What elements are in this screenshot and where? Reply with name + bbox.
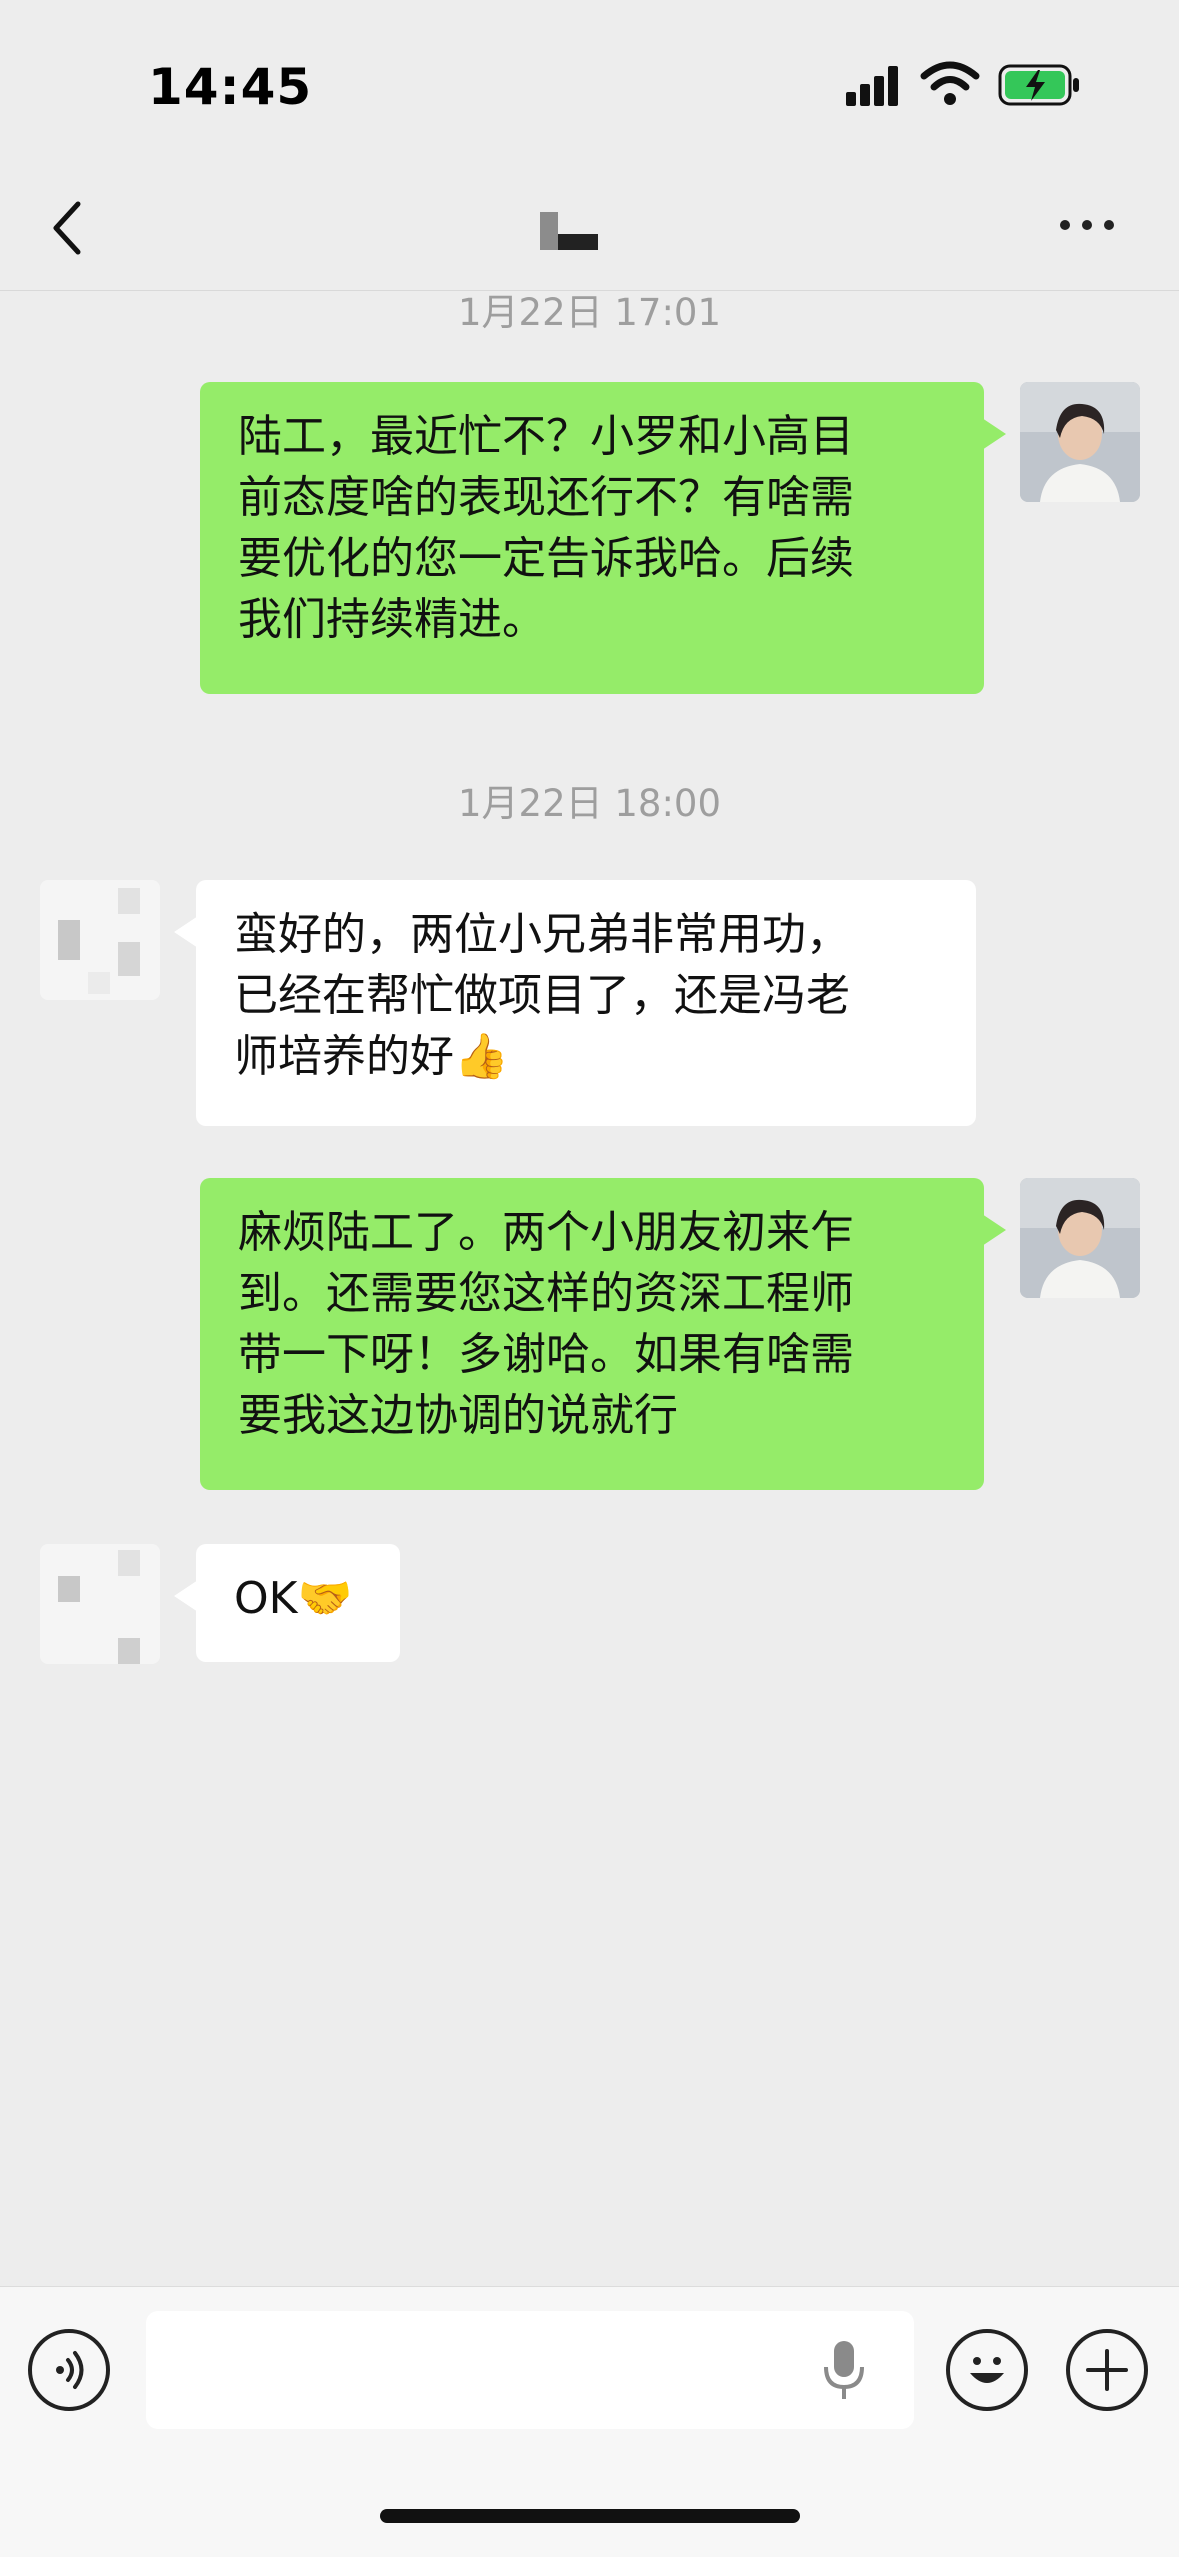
battery-charging-icon: [998, 64, 1079, 106]
more-dots-icon[interactable]: [1060, 210, 1130, 240]
message-text: OK: [234, 1573, 298, 1624]
chevron-left-icon[interactable]: [44, 198, 94, 258]
avatar-photo: [1020, 1178, 1140, 1298]
received-message-bubble[interactable]: OK🤝: [174, 1544, 400, 1662]
chat-header: [0, 160, 1179, 291]
contact-avatar[interactable]: [40, 1544, 160, 1664]
message-text: 麻烦陆工了。两个小朋友初来乍 到。还需要您这样的资深工程师 带一下呀！多谢哈。如…: [238, 1207, 854, 1441]
message-text: 蛮好的，两位小兄弟非常用功， 已经在帮忙做项目了，还是冯老 师培养的好: [234, 909, 850, 1082]
message-timestamp: 1月22日 17:01: [457, 291, 721, 334]
sent-message-bubble[interactable]: 麻烦陆工了。两个小朋友初来乍 到。还需要您这样的资深工程师 带一下呀！多谢哈。如…: [200, 1178, 1006, 1490]
microphone-icon[interactable]: [822, 2337, 866, 2403]
voice-icon[interactable]: [28, 2329, 110, 2411]
received-message-bubble[interactable]: 蛮好的，两位小兄弟非常用功， 已经在帮忙做项目了，还是冯老 师培养的好👍: [174, 880, 976, 1126]
plus-icon[interactable]: [1066, 2329, 1148, 2411]
thumbs-up-emoji: 👍: [454, 1031, 509, 1082]
chat-title-pixelated: [540, 212, 600, 252]
message-timestamp: 1月22日 18:00: [457, 782, 721, 825]
message-input[interactable]: [146, 2311, 914, 2429]
status-bar: 14:45: [0, 0, 1179, 160]
cellular-signal-icon: [846, 66, 898, 106]
status-time: 14:45: [148, 58, 313, 116]
message-text: 陆工，最近忙不？小罗和小高目 前态度啥的表现还行不？有啥需 要优化的您一定告诉我…: [238, 411, 854, 645]
sent-message-bubble[interactable]: 陆工，最近忙不？小罗和小高目 前态度啥的表现还行不？有啥需 要优化的您一定告诉我…: [200, 382, 1006, 694]
handshake-emoji: 🤝: [297, 1573, 353, 1624]
my-avatar[interactable]: [1020, 382, 1140, 502]
avatar-photo: [1020, 382, 1140, 502]
emoji-icon[interactable]: [946, 2329, 1028, 2411]
mosaic-block: [558, 234, 598, 250]
mosaic-block: [540, 212, 558, 250]
contact-avatar[interactable]: [40, 880, 160, 1000]
my-avatar[interactable]: [1020, 1178, 1140, 1298]
home-indicator[interactable]: [380, 2509, 800, 2523]
wifi-icon: [920, 61, 980, 105]
chat-input-bar: [0, 2286, 1179, 2557]
